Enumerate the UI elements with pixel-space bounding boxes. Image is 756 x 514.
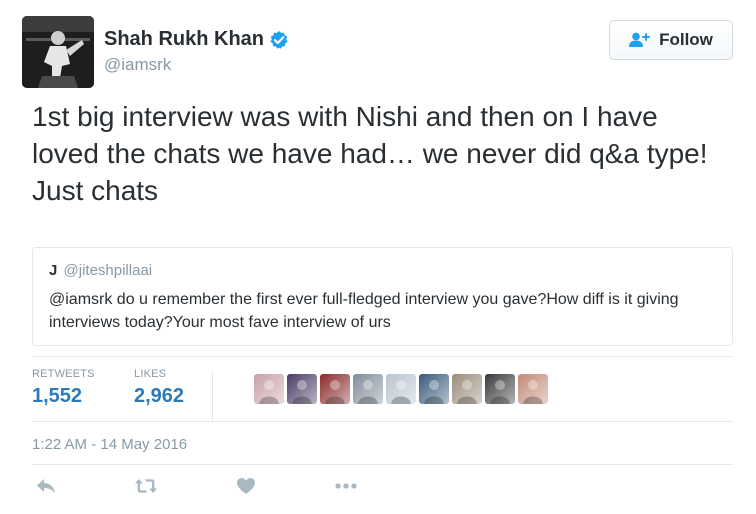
liker-avatar[interactable] <box>287 374 317 404</box>
more-button[interactable] <box>334 476 358 496</box>
liker-avatar[interactable] <box>485 374 515 404</box>
retweets-stat[interactable]: RETWEETS 1,552 <box>32 368 95 408</box>
avatar[interactable] <box>22 16 94 88</box>
like-button[interactable] <box>234 476 258 496</box>
reply-icon <box>37 479 55 493</box>
author-handle[interactable]: @iamsrk <box>104 55 171 75</box>
quoted-tweet[interactable]: J @jiteshpillaai @iamsrk do u remember t… <box>32 247 733 346</box>
retweets-label: RETWEETS <box>32 368 95 380</box>
author-name[interactable]: Shah Rukh Khan <box>104 28 289 51</box>
quoted-tweet-text: @iamsrk do u remember the first ever ful… <box>49 291 679 331</box>
author-name-text[interactable]: Shah Rukh Khan <box>104 28 264 51</box>
liker-avatar[interactable] <box>320 374 350 404</box>
follow-button[interactable]: Follow <box>609 20 733 60</box>
retweets-count: 1,552 <box>32 385 83 407</box>
tweet-timestamp[interactable]: 1:22 AM - 14 May 2016 <box>32 436 187 453</box>
divider <box>32 421 733 422</box>
tweet-text: 1st big interview was with Nishi and the… <box>32 101 708 206</box>
heart-icon <box>237 478 255 494</box>
divider <box>32 464 733 465</box>
liker-avatar[interactable] <box>518 374 548 404</box>
likes-stat[interactable]: LIKES 2,962 <box>134 368 184 408</box>
follow-button-label: Follow <box>659 30 713 49</box>
retweet-button[interactable] <box>134 476 158 496</box>
liker-avatars <box>254 374 551 404</box>
retweet-icon <box>135 479 157 493</box>
divider <box>32 356 733 357</box>
quoted-tweet-name: J <box>49 262 58 279</box>
stats-divider <box>212 371 213 421</box>
tweet-actions <box>0 476 756 500</box>
add-user-icon <box>629 32 651 47</box>
more-icon <box>335 483 357 489</box>
likes-label: LIKES <box>134 368 167 380</box>
quoted-tweet-header: J @jiteshpillaai <box>49 262 152 279</box>
liker-avatar[interactable] <box>386 374 416 404</box>
liker-avatar[interactable] <box>254 374 284 404</box>
liker-avatar[interactable] <box>419 374 449 404</box>
liker-avatar[interactable] <box>353 374 383 404</box>
likes-count: 2,962 <box>134 385 185 407</box>
verified-badge-icon <box>269 30 289 50</box>
reply-button[interactable] <box>34 476 58 496</box>
quoted-tweet-handle: @jiteshpillaai <box>63 262 153 279</box>
liker-avatar[interactable] <box>452 374 482 404</box>
